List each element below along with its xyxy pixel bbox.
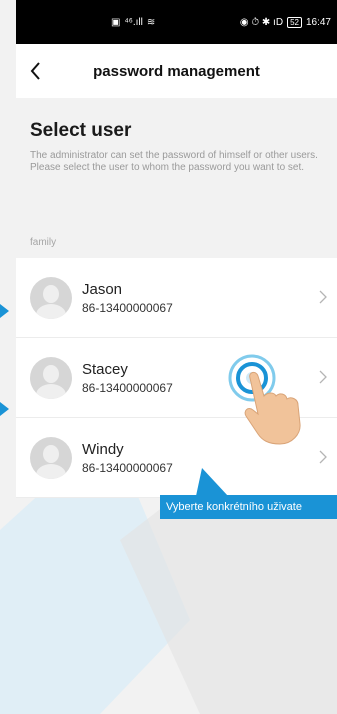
section-label-family: family — [30, 237, 57, 248]
instruction-callout: Vyberte konkrétního uživate — [160, 495, 337, 519]
user-info: Windy 86-13400000067 — [82, 441, 173, 475]
signal-icon: ▣ — [111, 16, 121, 28]
status-right: ◉ ⏱ ✱ ıD 52 16:47 — [239, 16, 331, 28]
chevron-right-icon — [319, 450, 327, 464]
status-left: ▣ ⁴⁶.ıll ≋ — [111, 17, 155, 28]
signal-text: ⁴⁶.ıll — [124, 16, 143, 28]
battery-icon: 52 — [287, 16, 302, 28]
user-name: Stacey — [82, 360, 128, 378]
user-info: Jason 86-13400000067 — [82, 281, 173, 315]
user-row-jason[interactable]: Jason 86-13400000067 — [16, 258, 337, 338]
user-name: Windy — [82, 440, 124, 458]
avatar — [30, 436, 72, 479]
tap-hand-icon — [228, 354, 301, 445]
callout-pointer — [196, 468, 228, 496]
select-user-heading: Select user — [30, 120, 132, 141]
status-time: 16:47 — [305, 16, 331, 28]
pointer-arrow-icon — [0, 304, 9, 318]
nav-bar: password management — [16, 44, 337, 98]
user-name: Jason — [82, 280, 123, 298]
avatar — [30, 276, 72, 319]
user-info: Stacey 86-13400000067 — [82, 361, 173, 395]
status-icons: ◉ ⏱ ✱ ıD — [239, 16, 284, 28]
avatar — [30, 356, 72, 399]
status-bar: ▣ ⁴⁶.ıll ≋ ◉ ⏱ ✱ ıD 52 16:47 — [16, 0, 337, 44]
chevron-left-icon[interactable] — [28, 60, 44, 82]
user-phone: 86-13400000067 — [82, 460, 173, 475]
select-user-description: The administrator can set the password o… — [30, 150, 318, 173]
page-title: password management — [93, 62, 260, 80]
wifi-icon: ≋ — [146, 16, 156, 28]
user-phone: 86-13400000067 — [82, 380, 173, 395]
chevron-right-icon — [319, 290, 327, 304]
pointer-arrow-icon — [0, 402, 9, 416]
user-phone: 86-13400000067 — [82, 300, 173, 315]
header-section: Select user The administrator can set th… — [16, 98, 337, 223]
